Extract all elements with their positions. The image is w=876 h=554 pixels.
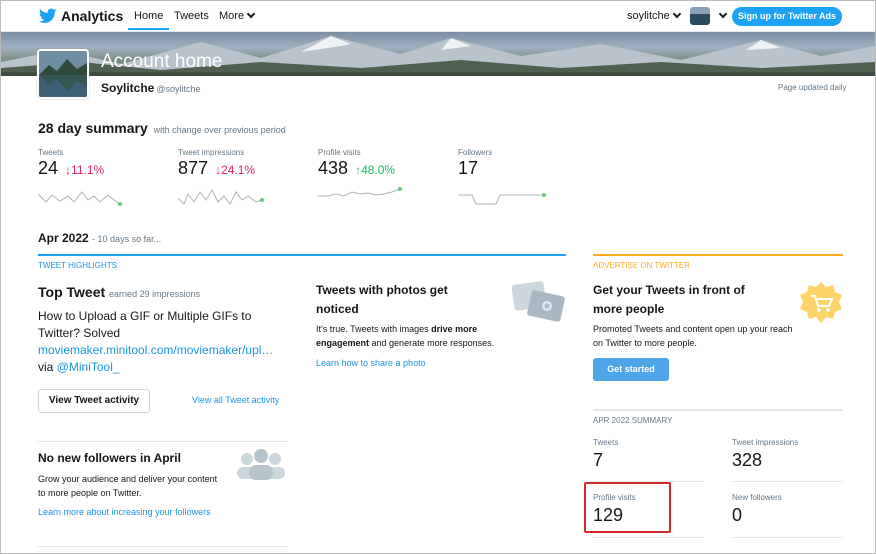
tab-tweets[interactable]: Tweets [174, 10, 209, 22]
tweets-sparkline [38, 191, 122, 206]
highlight-box [584, 482, 671, 533]
divider [732, 481, 842, 482]
brand-label: Analytics [61, 8, 124, 24]
account-name: Soylitche @soylitche [101, 81, 201, 95]
highlights-label: TWEET HIGHLIGHTS [38, 261, 117, 270]
stat-value: 7 [593, 450, 604, 470]
tab-more[interactable]: More [219, 9, 256, 22]
top-tweet-title: Top Tweet [38, 284, 106, 300]
no-followers-text: Grow your audience and deliver your cont… [38, 474, 218, 498]
advertise-text: Promoted Tweets and content open up your… [593, 324, 793, 348]
shopping-cart-icon [800, 282, 842, 323]
metric-value: 438 ↑48.0% [318, 158, 438, 179]
stat-label: Tweets [593, 438, 619, 447]
summary-heading: 28 day summary [38, 120, 148, 136]
avatar[interactable] [690, 7, 710, 25]
metric-value: 24 ↓11.1% [38, 158, 158, 179]
metric-value: 877 ↓24.1% [178, 158, 298, 179]
photos-text: It's true. Tweets with images drive more… [316, 322, 521, 350]
divider [38, 441, 288, 442]
view-tweet-activity-button[interactable]: View Tweet activity [38, 389, 150, 413]
divider [732, 537, 842, 538]
metric-profile-visits[interactable]: Profile visits 438 ↑48.0% [318, 148, 438, 179]
metric-followers[interactable]: Followers 17 [458, 148, 578, 179]
advertise-label: ADVERTISE ON TWITTER [593, 261, 691, 270]
stat-value: 0 [732, 505, 743, 525]
metric-delta: ↓24.1% [215, 163, 256, 177]
chevron-down-icon[interactable] [718, 9, 728, 19]
page-updated-note: Page updated daily [778, 83, 847, 92]
share-photo-link[interactable]: Learn how to share a photo [316, 358, 426, 368]
no-followers-heading: No new followers in April [38, 451, 181, 465]
people-icon [237, 449, 285, 480]
profile-visits-sparkline [318, 187, 402, 197]
metric-delta: ↓11.1% [65, 163, 105, 177]
stat-label: Tweet impressions [732, 438, 799, 447]
metric-label: Followers [458, 148, 493, 157]
metric-label: Profile visits [318, 148, 361, 157]
summary-subtitle: with change over previous period [153, 125, 286, 135]
tab-more-label: More [219, 10, 245, 22]
advertise-heading: Get your Tweets in front of more people [593, 283, 745, 316]
top-nav: Analytics Home Tweets More soylitche Sig… [1, 1, 875, 32]
apr-stat-new-followers[interactable]: New followers 0 [732, 493, 842, 526]
divider [38, 546, 288, 547]
stat-value: 328 [732, 450, 763, 470]
tweet-mention-link[interactable]: @MiniTool_ [57, 360, 120, 374]
apr-summary-label: APR 2022 SUMMARY [593, 416, 673, 425]
chevron-down-icon [672, 9, 682, 19]
month-heading: Apr 2022 - 10 days so far... [38, 231, 161, 245]
metric-delta-value: 48.0% [361, 163, 396, 177]
summary-title: 28 day summary with change over previous… [38, 120, 286, 136]
metric-number: 877 [178, 158, 209, 178]
increase-followers-link[interactable]: Learn more about increasing your followe… [38, 507, 211, 517]
view-all-tweet-activity-link[interactable]: View all Tweet activity [192, 395, 279, 405]
impressions-sparkline [178, 188, 264, 205]
brand[interactable]: Analytics [39, 8, 123, 24]
photos-text-part: It's true. Tweets with images [316, 324, 429, 334]
tweet-link[interactable]: moviemaker.minitool.com/moviemaker/upl… [38, 342, 290, 359]
metric-impressions[interactable]: Tweet impressions 877 ↓24.1% [178, 148, 298, 179]
tweet-via: via [38, 360, 54, 374]
metric-number: 17 [458, 158, 479, 178]
metric-label: Tweet impressions [178, 148, 245, 157]
top-tweet-text: How to Upload a GIF or Multiple GIFs to … [38, 308, 290, 376]
page-title: Account home [101, 51, 223, 72]
twitter-bird-icon [39, 8, 57, 23]
highlights-divider [38, 254, 566, 256]
metric-tweets[interactable]: Tweets 24 ↓11.1% [38, 148, 158, 179]
stat-label: New followers [732, 493, 782, 502]
metric-label: Tweets [38, 148, 64, 157]
advertise-divider [593, 254, 843, 256]
followers-sparkline [458, 193, 546, 205]
metric-delta: ↑48.0% [355, 163, 396, 177]
metric-delta-value: 24.1% [221, 163, 256, 177]
account-display-name: Soylitche [101, 81, 155, 95]
lake-mountain-image [39, 51, 87, 97]
chevron-down-icon [246, 9, 256, 19]
divider [593, 537, 703, 538]
tweet-text-line: How to Upload a GIF or Multiple GIFs to … [38, 309, 252, 340]
photos-heading: Tweets with photos get noticed [316, 283, 448, 316]
photos-text-part: and generate more responses. [371, 338, 495, 348]
photo-icon [511, 281, 565, 322]
top-tweet-heading: Top Tweet earned 29 impressions [38, 284, 200, 300]
user-menu-label: soylitche [627, 10, 670, 22]
profile-avatar[interactable] [37, 49, 89, 99]
apr-summary-divider [593, 409, 843, 411]
month-title: Apr 2022 [38, 231, 89, 245]
metric-delta-value: 11.1% [71, 163, 105, 177]
account-handle: @soylitche [156, 84, 201, 94]
tab-home[interactable]: Home [128, 5, 170, 30]
month-subtitle: - 10 days so far... [92, 234, 162, 244]
metric-number: 24 [38, 158, 59, 178]
sign-up-ads-button[interactable]: Sign up for Twitter Ads [732, 7, 842, 26]
user-menu[interactable]: soylitche [627, 9, 682, 22]
apr-stat-tweets[interactable]: Tweets 7 [593, 438, 703, 471]
metric-number: 438 [318, 158, 349, 178]
top-tweet-subtitle: earned 29 impressions [109, 289, 201, 299]
metric-value: 17 [458, 158, 578, 179]
apr-stat-impressions[interactable]: Tweet impressions 328 [732, 438, 842, 471]
get-started-button[interactable]: Get started [593, 358, 669, 381]
